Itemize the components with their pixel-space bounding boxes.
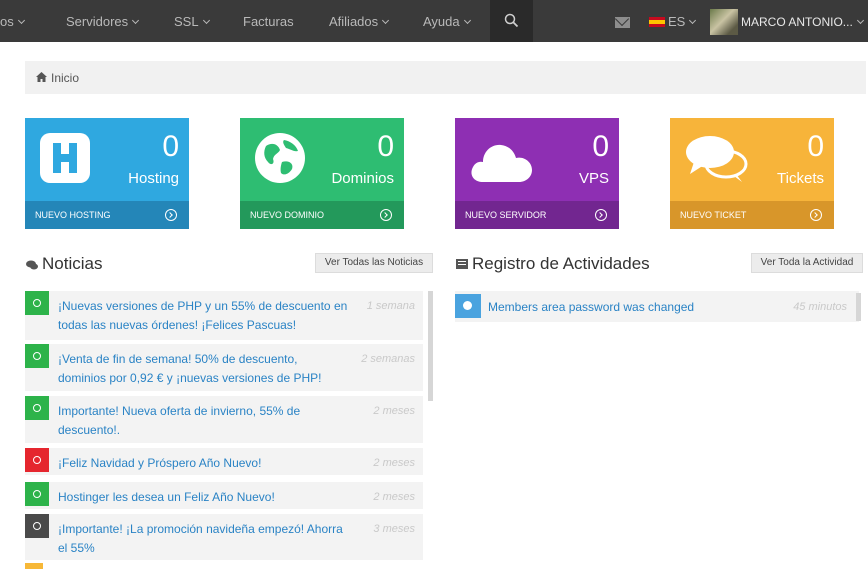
list-item[interactable]: ¡Nuevas versiones de PHP y un 55% de des… (25, 291, 423, 340)
news-title[interactable]: ¡Importante! ¡La promoción navideña empe… (58, 520, 348, 558)
nav-item-servicios[interactable]: os (0, 0, 25, 42)
tile-footer-label: NUEVO SERVIDOR (465, 210, 547, 220)
news-time: 1 semana (366, 300, 415, 312)
news-time: 2 meses (373, 491, 415, 503)
globe-icon (255, 133, 305, 183)
language-label: ES (668, 14, 686, 29)
status-dot-icon (25, 448, 49, 472)
chevron-down-icon (856, 16, 864, 25)
nav-label: Ayuda (423, 14, 460, 29)
chevron-down-icon (689, 16, 697, 25)
chat-bubbles-icon (686, 136, 748, 182)
language-selector[interactable]: ES (668, 0, 697, 42)
chevron-down-icon (463, 16, 471, 25)
cloud-icon (471, 144, 532, 182)
status-dot-icon (25, 344, 49, 368)
tile-count: 0 (162, 130, 179, 163)
list-item[interactable]: ¡Venta de fin de semana! 50% de descuent… (25, 344, 423, 391)
news-scrollbar[interactable] (428, 291, 433, 401)
news-time: 2 meses (373, 457, 415, 469)
chevron-down-icon (382, 16, 390, 25)
status-dot-icon (25, 482, 49, 506)
activity-text[interactable]: Members area password was changed (488, 300, 694, 314)
search-button[interactable] (490, 0, 533, 42)
nav-label: os (0, 14, 14, 29)
new-server-link[interactable]: NUEVO SERVIDOR (455, 201, 619, 229)
view-all-news-button[interactable]: Ver Todas las Noticias (315, 253, 433, 273)
news-section-title: Noticias (42, 254, 103, 273)
avatar[interactable] (710, 9, 738, 35)
list-item[interactable]: ¡Feliz Navidad y Próspero Año Nuevo! 2 m… (25, 448, 423, 475)
arrow-right-circle-icon (380, 209, 392, 221)
list-item[interactable]: Hostinger les desea un Feliz Año Nuevo! … (25, 482, 423, 509)
arrow-right-circle-icon (165, 209, 177, 221)
activity-scrollbar[interactable] (856, 293, 861, 321)
activity-log-icon (456, 259, 468, 269)
breadcrumb-home-link[interactable]: Inicio (51, 71, 79, 85)
chevron-down-icon (132, 16, 140, 25)
nav-item-ssl[interactable]: SSL (174, 0, 210, 42)
next-list-item-edge (25, 563, 43, 569)
list-item[interactable]: ¡Importante! ¡La promoción navideña empe… (25, 514, 423, 560)
tile-label: VPS (578, 170, 609, 187)
nav-item-servidores[interactable]: Servidores (66, 0, 140, 42)
nav-label: Afiliados (329, 14, 379, 29)
news-title[interactable]: Importante! Nueva oferta de invierno, 55… (58, 402, 348, 440)
arrow-right-circle-icon (595, 209, 607, 221)
nav-item-facturas[interactable]: Facturas (243, 0, 294, 42)
nav-label: SSL (174, 14, 199, 29)
comments-icon (26, 260, 38, 270)
new-ticket-link[interactable]: NUEVO TICKET (670, 201, 834, 229)
search-icon (504, 13, 519, 28)
activity-time: 45 minutos (793, 301, 847, 313)
status-dot-icon (25, 396, 49, 420)
nav-item-ayuda[interactable]: Ayuda (423, 0, 471, 42)
activity-section-title: Registro de Actividades (472, 254, 650, 273)
tile-hosting[interactable]: 0 Hosting NUEVO HOSTING (25, 118, 189, 229)
status-dot-icon (25, 291, 49, 315)
news-time: 2 meses (373, 405, 415, 417)
chevron-down-icon (17, 16, 25, 25)
hosting-h-icon (40, 133, 90, 183)
news-title[interactable]: ¡Nuevas versiones de PHP y un 55% de des… (58, 297, 348, 335)
user-menu[interactable]: MARCO ANTONIO... (741, 0, 864, 42)
mail-icon[interactable] (615, 17, 630, 28)
tile-count: 0 (377, 130, 394, 163)
tile-footer-label: NUEVO DOMINIO (250, 210, 325, 220)
list-item[interactable]: Members area password was changed 45 min… (455, 291, 859, 322)
new-domain-link[interactable]: NUEVO DOMINIO (240, 201, 404, 229)
chevron-down-icon (202, 16, 210, 25)
tile-count: 0 (592, 130, 609, 163)
flag-spain-icon (649, 17, 665, 27)
tile-footer-label: NUEVO TICKET (680, 210, 747, 220)
tile-label: Tickets (777, 170, 824, 187)
top-navbar: os Servidores SSL Facturas Afiliados Ayu… (0, 0, 868, 42)
news-title[interactable]: Hostinger les desea un Feliz Año Nuevo! (58, 488, 348, 507)
list-item[interactable]: Importante! Nueva oferta de invierno, 55… (25, 396, 423, 443)
news-time: 2 semanas (361, 353, 415, 365)
nav-label: Facturas (243, 14, 294, 29)
news-title[interactable]: ¡Feliz Navidad y Próspero Año Nuevo! (58, 454, 348, 473)
info-icon (455, 294, 481, 318)
tile-vps[interactable]: 0 VPS NUEVO SERVIDOR (455, 118, 619, 229)
news-title[interactable]: ¡Venta de fin de semana! 50% de descuent… (58, 350, 348, 388)
tile-label: Hosting (128, 170, 179, 187)
home-icon (36, 72, 47, 82)
breadcrumb: Inicio (25, 61, 866, 94)
tile-dominios[interactable]: 0 Dominios NUEVO DOMINIO (240, 118, 404, 229)
new-hosting-link[interactable]: NUEVO HOSTING (25, 201, 189, 229)
tile-tickets[interactable]: 0 Tickets NUEVO TICKET (670, 118, 834, 229)
tile-footer-label: NUEVO HOSTING (35, 210, 111, 220)
status-dot-icon (25, 514, 49, 538)
news-time: 3 meses (373, 523, 415, 535)
arrow-right-circle-icon (810, 209, 822, 221)
user-name: MARCO ANTONIO... (741, 15, 853, 29)
view-all-activity-button[interactable]: Ver Toda la Actividad (751, 253, 863, 273)
tile-label: Dominios (331, 170, 394, 187)
tile-count: 0 (807, 130, 824, 163)
nav-item-afiliados[interactable]: Afiliados (329, 0, 390, 42)
nav-label: Servidores (66, 14, 129, 29)
